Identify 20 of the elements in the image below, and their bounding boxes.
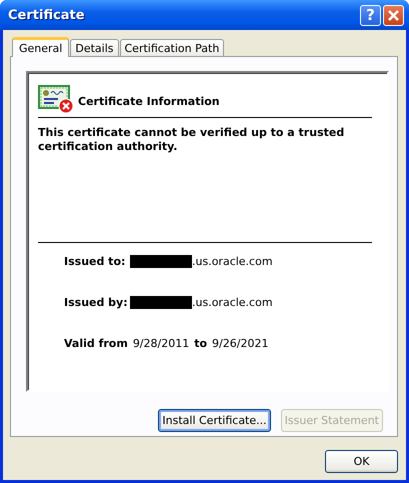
button: Issuer Statement (280, 409, 383, 432)
validity-label: to (194, 336, 208, 350)
section-title: Certificate Information (78, 94, 220, 108)
status-message: This certificate cannot be verified up to a trusted certification authority. (38, 126, 346, 155)
field-label: Issued to: (64, 254, 126, 268)
tab[interactable]: Certification Path (120, 39, 224, 56)
button[interactable]: Install Certificate... (158, 409, 271, 432)
validity-date: 9/26/2021 (212, 336, 268, 350)
close-button[interactable] (383, 4, 404, 26)
window-title: Certificate (8, 8, 85, 22)
close-icon (387, 8, 400, 22)
help-button[interactable]: ? (360, 4, 381, 26)
button[interactable]: OK (325, 450, 398, 473)
validity-date: 9/28/2011 (132, 336, 190, 350)
validity-label: Valid from (64, 336, 128, 350)
field-value: .us.oracle.com (192, 254, 273, 268)
field-value: .us.oracle.com (192, 296, 273, 308)
tab[interactable]: Details (70, 39, 118, 56)
tab[interactable]: General (12, 37, 70, 57)
field-label: Issued by: (64, 296, 129, 308)
